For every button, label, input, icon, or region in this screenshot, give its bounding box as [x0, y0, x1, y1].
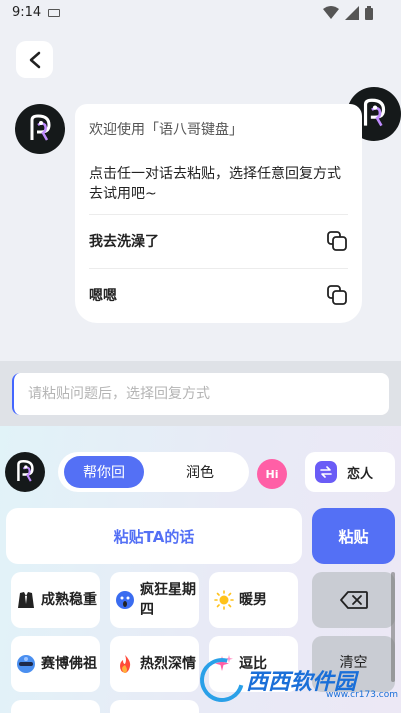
parrot-logo-icon — [17, 460, 34, 482]
hi-button[interactable]: Hi — [257, 459, 287, 489]
bot-avatar — [15, 104, 65, 154]
scrollbar[interactable] — [391, 572, 395, 682]
wifi-icon — [323, 6, 339, 19]
keyboard-status-icon — [48, 9, 60, 17]
paste-input[interactable] — [12, 373, 389, 415]
style-button-mature[interactable]: 成熟稳重 — [11, 572, 100, 628]
style-label: 成熟稳重 — [41, 592, 97, 608]
style-label: 赛博佛祖 — [41, 656, 97, 672]
parrot-logo-icon — [30, 114, 51, 141]
chevron-left-icon — [29, 51, 40, 68]
paste-button[interactable]: 粘贴 — [312, 508, 395, 564]
watermark-logo: 西西软件园 www.cr173.com — [191, 649, 398, 711]
role-label: 恋人 — [347, 466, 374, 482]
tab-polish[interactable]: 润色 — [158, 456, 242, 488]
backspace-icon — [339, 591, 368, 609]
battery-icon — [365, 6, 373, 20]
instruction-text: 点击任一对话去粘贴，选择任意回复方式去试用吧~ — [89, 166, 341, 202]
switch-icon — [315, 461, 337, 483]
back-button[interactable] — [16, 41, 53, 78]
style-label: 暖男 — [239, 592, 267, 608]
style-button-warm[interactable]: 暖男 — [209, 572, 298, 628]
status-time: 9:14 — [12, 5, 42, 20]
reply-item[interactable]: 我去洗澡了 — [89, 216, 348, 266]
input-area — [0, 361, 401, 426]
style-button-partial[interactable] — [110, 700, 199, 713]
fire-icon — [114, 653, 136, 675]
welcome-text: 欢迎使用「语八哥键盘」 — [89, 122, 243, 138]
suit-icon — [15, 589, 37, 611]
mode-toggle: 帮你回 润色 — [58, 452, 249, 492]
status-bar: 9:14 — [0, 0, 401, 28]
cyber-buddha-icon — [15, 653, 37, 675]
sun-icon — [213, 589, 235, 611]
style-button-cyber-buddha[interactable]: 赛博佛祖 — [11, 636, 100, 692]
keyboard-avatar[interactable] — [5, 452, 45, 492]
scream-icon — [114, 589, 136, 611]
paste-ta-words-button[interactable]: 粘贴TA的话 — [6, 508, 302, 564]
copy-icon[interactable] — [326, 230, 348, 252]
style-label: 热烈深情 — [140, 656, 196, 672]
delete-button[interactable] — [312, 572, 395, 628]
divider — [89, 214, 348, 215]
reply-text: 嗯嗯 — [89, 288, 117, 304]
divider — [89, 268, 348, 269]
style-button-partial[interactable] — [11, 700, 100, 713]
style-button-passionate[interactable]: 热烈深情 — [110, 636, 199, 692]
signal-icon — [345, 6, 359, 20]
reply-item[interactable]: 嗯嗯 — [89, 270, 348, 320]
status-icons — [323, 6, 373, 20]
watermark-url: www.cr173.com — [326, 690, 399, 700]
tab-help-reply[interactable]: 帮你回 — [64, 456, 144, 488]
chat-card: 欢迎使用「语八哥键盘」 点击任一对话去粘贴，选择任意回复方式去试用吧~ 我去洗澡… — [75, 104, 362, 323]
watermark-c-icon — [191, 649, 253, 711]
style-button-crazy-thursday[interactable]: 疯狂星期四 — [110, 572, 199, 628]
style-label: 疯狂星期四 — [140, 582, 196, 618]
reply-text: 我去洗澡了 — [89, 234, 159, 250]
copy-icon[interactable] — [326, 284, 348, 306]
role-switch-button[interactable]: 恋人 — [305, 452, 395, 492]
